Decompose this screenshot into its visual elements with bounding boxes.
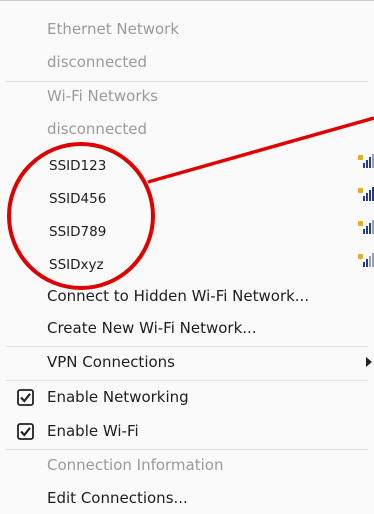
ethernet-status: disconnected: [47, 53, 148, 71]
ethernet-network-header: Ethernet Network: [47, 20, 180, 38]
connect-hidden-wifi-item[interactable]: Connect to Hidden Wi-Fi Network...: [47, 286, 309, 306]
vpn-connections-item[interactable]: VPN Connections: [47, 352, 175, 372]
wifi-network-ssid123[interactable]: SSID123: [49, 156, 106, 176]
separator: [6, 380, 368, 381]
enable-wifi-item[interactable]: Enable Wi-Fi: [47, 421, 139, 441]
network-menu: Ethernet Network disconnected Wi-Fi Netw…: [0, 0, 374, 514]
checkbox-checked-icon[interactable]: [17, 389, 34, 406]
annotation-pointer-line: [147, 116, 374, 184]
separator: [6, 346, 368, 347]
wifi-signal-locked-icon: [358, 220, 374, 234]
wifi-signal-locked-icon: [358, 253, 374, 267]
create-new-wifi-item[interactable]: Create New Wi-Fi Network...: [47, 318, 257, 338]
wifi-network-ssid456[interactable]: SSID456: [49, 189, 106, 209]
checkbox-checked-icon[interactable]: [17, 423, 34, 440]
edit-connections-item[interactable]: Edit Connections...: [47, 488, 188, 508]
wifi-networks-header: Wi-Fi Networks: [47, 87, 158, 105]
wifi-status: disconnected: [47, 120, 148, 138]
wifi-network-ssidxyz[interactable]: SSIDxyz: [49, 255, 104, 275]
separator: [6, 81, 368, 82]
wifi-network-ssid789[interactable]: SSID789: [49, 222, 106, 242]
connection-information-item: Connection Information: [47, 456, 224, 474]
separator: [6, 449, 368, 450]
wifi-signal-locked-icon: [358, 187, 374, 201]
submenu-arrow-icon: [366, 357, 372, 367]
wifi-signal-locked-icon: [358, 154, 374, 168]
enable-networking-item[interactable]: Enable Networking: [47, 387, 189, 407]
